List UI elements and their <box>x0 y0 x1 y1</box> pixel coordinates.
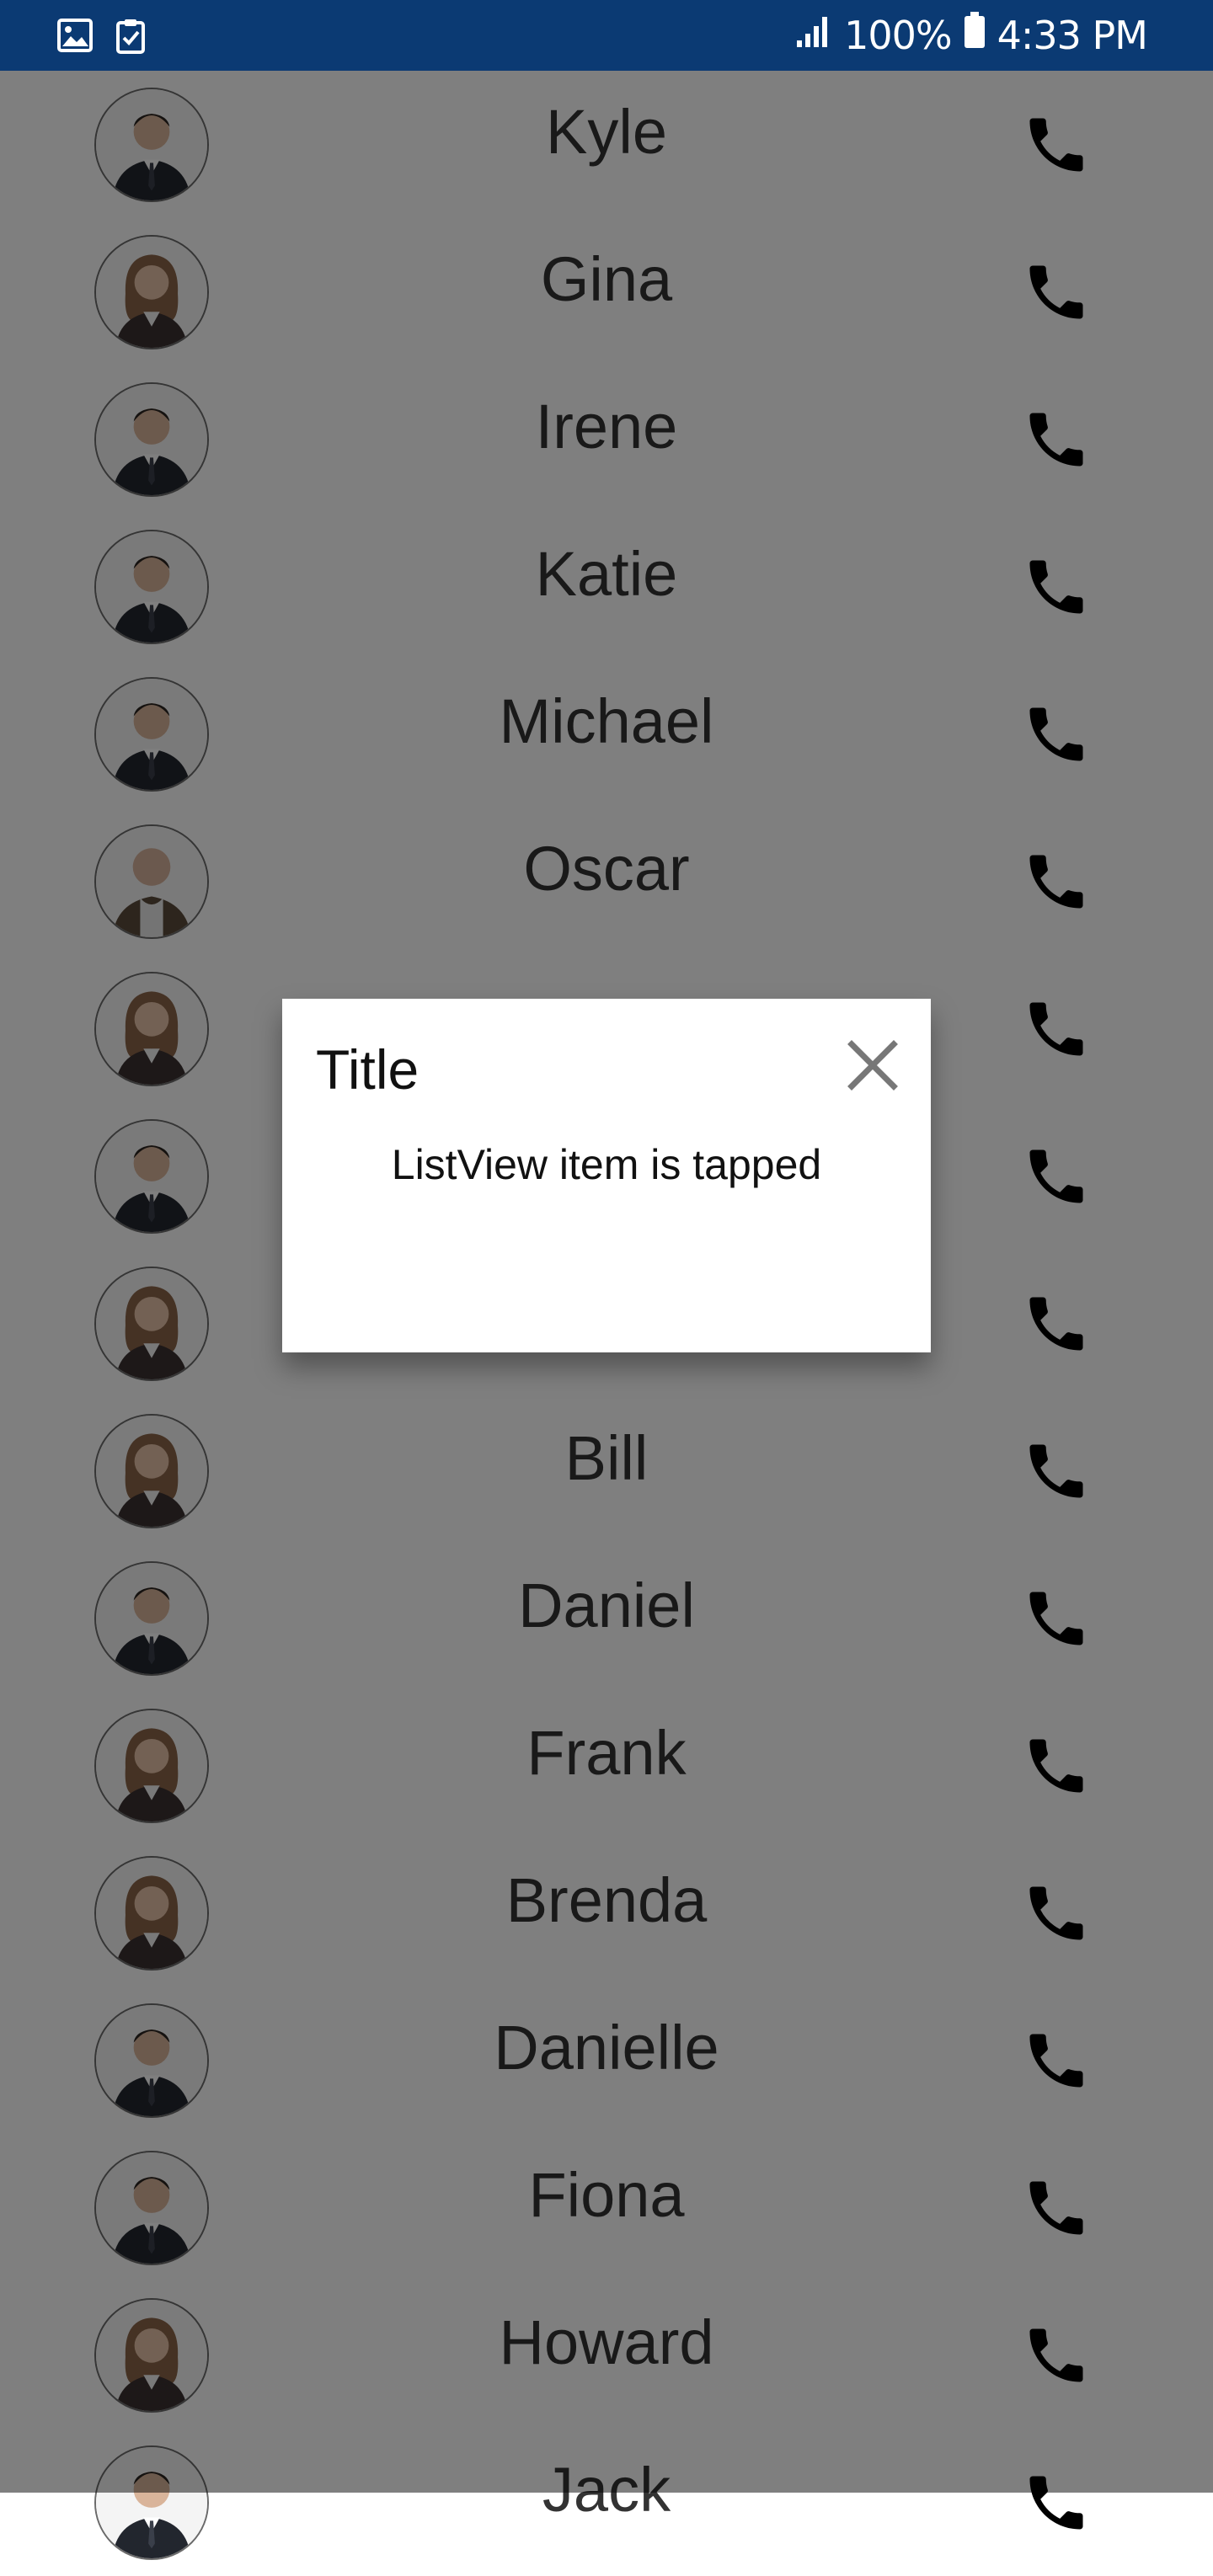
battery-icon <box>964 12 986 58</box>
dialog-title: Title <box>316 1038 419 1101</box>
clipboard-check-icon <box>116 19 145 58</box>
status-time: 4:33 PM <box>997 12 1148 58</box>
dialog-message: ListView item is tapped <box>391 1141 822 1188</box>
status-bar: 100% 4:33 PM <box>0 0 1213 71</box>
status-bar-system: 100% 4:33 PM <box>795 12 1148 58</box>
popup-dialog: Title ListView item is tapped <box>282 999 931 1352</box>
close-icon[interactable] <box>845 1037 900 1093</box>
signal-icon <box>795 13 832 58</box>
status-bar-notifications <box>57 19 145 58</box>
battery-percent: 100% <box>844 12 953 58</box>
image-icon <box>57 19 93 58</box>
